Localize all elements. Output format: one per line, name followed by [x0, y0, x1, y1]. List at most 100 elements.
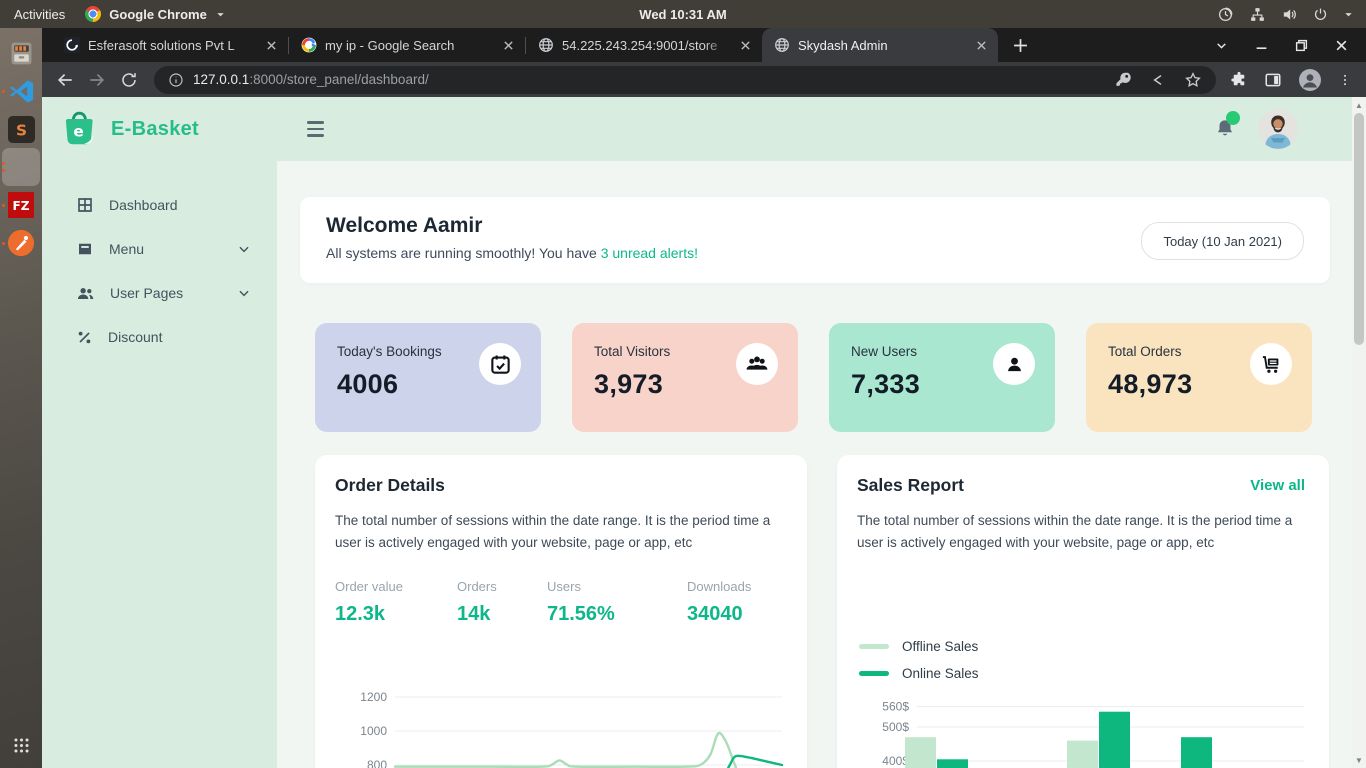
scroll-up-arrow[interactable]: ▲ — [1352, 98, 1366, 112]
legend-swatch — [859, 644, 889, 649]
main-content: Welcome Aamir All systems are running sm… — [277, 161, 1352, 768]
minimize-button[interactable] — [1255, 39, 1268, 52]
back-button[interactable] — [50, 65, 80, 95]
network-icon[interactable] — [1249, 6, 1266, 23]
stat-card-new-users[interactable]: New Users7,333 — [829, 323, 1055, 432]
stat-card-today-s-bookings[interactable]: Today's Bookings4006 — [315, 323, 541, 432]
tab-close-icon[interactable] — [737, 37, 754, 54]
clock-button[interactable]: Wed 10:31 AM — [639, 7, 726, 22]
order-stat-downloads: Downloads 34040 — [687, 579, 787, 626]
dock-sublime-text-icon[interactable]: S — [2, 110, 40, 148]
app-menu-button[interactable]: Google Chrome — [85, 6, 226, 22]
sidebar-nav: DashboardMenuUser Pages Discount — [42, 183, 277, 359]
chevron-down-icon — [237, 286, 251, 300]
dock-postman-icon[interactable] — [2, 224, 40, 262]
sales-report-description: The total number of sessions within the … — [857, 510, 1309, 554]
tab-search-chevron-icon[interactable] — [1215, 39, 1228, 52]
sales-report-title: Sales Report — [857, 475, 1309, 496]
scroll-down-arrow[interactable]: ▼ — [1352, 753, 1366, 767]
order-stats: Order value12.3kOrders14kUsers71.56%Down… — [335, 579, 787, 626]
tab-3[interactable]: 54.225.243.254:9001/store — [526, 28, 762, 62]
dock-chrome-icon[interactable] — [2, 148, 40, 186]
legend-item: Offline Sales — [859, 633, 979, 660]
show-applications-button[interactable] — [2, 726, 40, 764]
password-key-icon[interactable] — [1115, 71, 1132, 88]
sidebar-item-discount[interactable]: Discount — [42, 315, 277, 359]
legend-item: Online Sales — [859, 660, 979, 687]
restore-button[interactable] — [1295, 39, 1308, 52]
tab-close-icon[interactable] — [973, 37, 990, 54]
volume-icon[interactable] — [1281, 6, 1298, 23]
power-icon[interactable] — [1313, 7, 1328, 22]
percent-icon — [76, 329, 93, 346]
stat-card-total-orders[interactable]: Total Orders48,973 — [1086, 323, 1312, 432]
profile-avatar[interactable] — [1298, 68, 1322, 92]
order-stat-value: 34040 — [687, 603, 787, 626]
sidebar-item-user-pages[interactable]: User Pages — [42, 271, 277, 315]
legend-label: Online Sales — [902, 666, 979, 681]
chevron-down-icon — [237, 242, 251, 256]
site-info-icon[interactable] — [168, 72, 184, 88]
sublime-text-icon: S — [8, 116, 35, 143]
sidebar-toggle-button[interactable] — [307, 121, 324, 136]
share-icon[interactable] — [1150, 72, 1166, 88]
users-icon — [76, 284, 95, 303]
dock-items: S FZ — [0, 34, 42, 262]
tab-1[interactable]: Esferasoft solutions Pvt L — [52, 28, 288, 62]
tab-2[interactable]: my ip - Google Search — [289, 28, 525, 62]
activities-button[interactable]: Activities — [14, 7, 65, 22]
address-bar[interactable]: 127.0.0.1:8000/store_panel/dashboard/ — [154, 66, 1216, 94]
bookmark-star-icon[interactable] — [1184, 71, 1202, 89]
reload-button[interactable] — [114, 65, 144, 95]
system-tray[interactable] — [1217, 6, 1366, 23]
forward-button[interactable] — [82, 65, 112, 95]
charts-row: Order Details The total number of sessio… — [315, 455, 1312, 768]
unread-alerts-link[interactable]: 3 unread alerts! — [601, 245, 698, 261]
tab-close-icon[interactable] — [500, 37, 517, 54]
running-indicator — [2, 148, 5, 186]
page-scrollbar[interactable]: ▲ ▼ — [1352, 97, 1366, 768]
sidebar-item-label: Discount — [108, 329, 162, 345]
dock-filezilla-icon[interactable]: FZ — [2, 186, 40, 224]
svg-text:1000: 1000 — [360, 724, 387, 738]
menu-box-icon — [76, 240, 94, 258]
extensions-icon[interactable] — [1230, 71, 1248, 89]
show-applications-icon — [12, 736, 31, 755]
scrollbar-thumb[interactable] — [1354, 113, 1364, 345]
view-all-link[interactable]: View all — [1250, 477, 1305, 494]
dock-vscode-icon[interactable] — [2, 72, 40, 110]
tab-4[interactable]: Skydash Admin — [762, 28, 998, 62]
person-icon — [993, 343, 1035, 385]
notifications-button[interactable] — [1214, 118, 1236, 140]
globe-favicon-icon — [538, 37, 554, 53]
order-stat-label: Orders — [457, 579, 547, 594]
sales-report-bar-chart: 560$500$400$ — [857, 690, 1309, 768]
stat-cards-row: Today's Bookings4006 Total Visitors3,973 N… — [315, 323, 1312, 432]
date-filter-button[interactable]: Today (10 Jan 2021) — [1141, 222, 1304, 260]
close-button[interactable] — [1335, 39, 1348, 52]
ubuntu-top-bar: Activities Google Chrome Wed 10:31 AM — [0, 0, 1366, 28]
postman-icon — [7, 229, 35, 257]
calendar-check-icon — [479, 343, 521, 385]
user-avatar[interactable] — [1258, 109, 1298, 149]
brand[interactable]: e E-Basket — [42, 107, 277, 151]
tab-close-icon[interactable] — [263, 37, 280, 54]
order-details-title: Order Details — [335, 475, 787, 496]
sidebar-item-menu[interactable]: Menu — [42, 227, 277, 271]
tab-title: Skydash Admin — [798, 38, 965, 53]
order-stat-label: Downloads — [687, 579, 787, 594]
stat-card-total-visitors[interactable]: Total Visitors3,973 — [572, 323, 798, 432]
avatar-photo — [1258, 109, 1298, 149]
new-tab-button[interactable] — [1006, 31, 1034, 59]
sidebar-item-dashboard[interactable]: Dashboard — [42, 183, 277, 227]
running-indicator — [2, 72, 5, 110]
side-panel-icon[interactable] — [1264, 71, 1282, 89]
dock-file-manager-icon[interactable] — [2, 34, 40, 72]
globe-favicon-icon — [774, 37, 790, 53]
order-stat-users: Users71.56% — [547, 579, 687, 626]
history-clock-icon[interactable] — [1217, 6, 1234, 23]
svg-text:500$: 500$ — [882, 720, 909, 734]
browser-menu-icon[interactable] — [1338, 72, 1352, 88]
svg-text:560$: 560$ — [882, 700, 909, 714]
svg-text:e: e — [73, 123, 83, 141]
